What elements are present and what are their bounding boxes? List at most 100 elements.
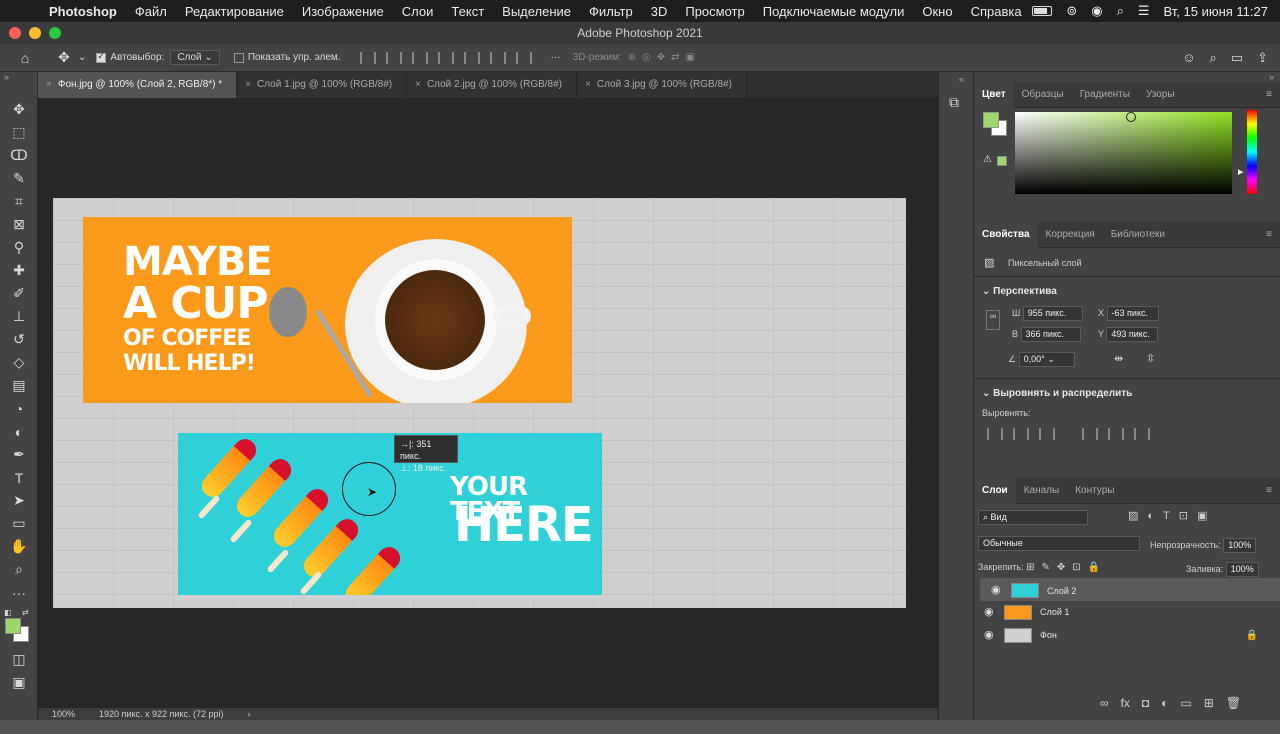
menu-image[interactable]: Изображение <box>293 4 393 19</box>
eyedropper-tool-icon[interactable]: ⚲ <box>0 236 38 259</box>
path-selection-tool-icon[interactable]: ➤ <box>0 489 38 512</box>
x-field[interactable]: -63 пикс. <box>1106 306 1159 321</box>
transform-section-header[interactable]: ⌄ Перспектива <box>982 286 1057 297</box>
width-field[interactable]: 955 пикс. <box>1022 306 1083 321</box>
align-bottom-icon[interactable] <box>1134 428 1150 440</box>
layer-row-layer-2[interactable]: ◉ Слой 2 <box>980 578 1280 601</box>
close-window-button[interactable] <box>9 27 21 39</box>
menu-type[interactable]: Текст <box>442 4 493 19</box>
hand-tool-icon[interactable]: ✋ <box>0 535 38 558</box>
add-mask-icon[interactable]: ◘ <box>1142 696 1149 710</box>
menu-window[interactable]: Окно <box>913 4 961 19</box>
align-middle-icon[interactable] <box>1108 428 1124 440</box>
lasso-tool-icon[interactable]: ↀ <box>0 144 38 167</box>
home-icon[interactable]: ⌂ <box>0 50 50 66</box>
tab-layer-3[interactable]: × Слой 3.jpg @ 100% (RGB/8#) <box>577 72 747 98</box>
search-icon[interactable]: ⌕ <box>1210 50 1217 66</box>
marquee-tool-icon[interactable]: ⬚ <box>0 121 38 144</box>
control-center-icon[interactable]: ☰ <box>1138 3 1150 19</box>
align-horizontal-centers-icon[interactable] <box>385 51 402 64</box>
angle-field[interactable]: 0,00° ⌄ <box>1018 352 1075 367</box>
tab-gradients[interactable]: Градиенты <box>1072 82 1138 108</box>
eraser-tool-icon[interactable]: ◇ <box>0 351 38 374</box>
menu-file[interactable]: Файл <box>126 4 176 19</box>
lock-icons[interactable]: ⊞✎✥⊡🔒 <box>1026 562 1107 573</box>
layer-row-background[interactable]: ◉ Фон 🔒 <box>974 624 1280 647</box>
collapse-right-icon[interactable]: » <box>974 72 1280 82</box>
color-fg-swatch[interactable] <box>983 112 999 128</box>
panel-menu-icon[interactable]: ≡ <box>1266 229 1280 240</box>
align-right-edges-icon[interactable] <box>411 51 428 64</box>
move-tool-preset-icon[interactable]: ✥ <box>50 49 78 66</box>
more-options-icon[interactable]: ··· <box>551 52 561 63</box>
coffee-image-layer[interactable]: MAYBE A CUP OF COFFEE WILL HELP! <box>83 217 572 403</box>
clock[interactable]: Вт, 15 июня 11:27 <box>1164 4 1268 19</box>
gradient-tool-icon[interactable]: ▤ <box>0 374 38 397</box>
swap-colors-icon[interactable]: ⇄ <box>22 608 29 617</box>
align-left-edges-icon[interactable] <box>359 51 376 64</box>
menu-edit[interactable]: Редактирование <box>176 4 293 19</box>
edit-toolbar-icon[interactable]: ··· <box>0 581 38 604</box>
close-tab-icon[interactable]: × <box>46 79 52 90</box>
zoom-window-button[interactable] <box>49 27 61 39</box>
tab-channels[interactable]: Каналы <box>1016 478 1068 504</box>
align-left-icon[interactable] <box>987 428 1003 440</box>
tab-patterns[interactable]: Узоры <box>1138 82 1183 108</box>
quick-mask-icon[interactable]: ◫ <box>0 648 38 671</box>
blend-mode-dropdown[interactable]: Обычные <box>978 536 1140 551</box>
hue-slider[interactable] <box>1247 110 1257 194</box>
new-group-icon[interactable]: ▭ <box>1180 696 1191 710</box>
gamut-swatch[interactable] <box>997 156 1007 166</box>
layer-filter-icons[interactable]: ▨◐T⊡▣ <box>1128 509 1216 522</box>
tab-swatches[interactable]: Образцы <box>1014 82 1072 108</box>
blur-tool-icon[interactable]: ◔ <box>0 397 38 420</box>
chevron-right-icon[interactable]: › <box>247 708 250 720</box>
pen-tool-icon[interactable]: ✒ <box>0 443 38 466</box>
dodge-tool-icon[interactable]: ◐ <box>0 420 38 443</box>
clone-stamp-tool-icon[interactable]: ⊥ <box>0 305 38 328</box>
share-icon[interactable]: ⇪ <box>1257 50 1268 66</box>
close-tab-icon[interactable]: × <box>245 79 251 90</box>
menu-layers[interactable]: Слои <box>393 4 443 19</box>
history-brush-tool-icon[interactable]: ↺ <box>0 328 38 351</box>
document-canvas[interactable]: MAYBE A CUP OF COFFEE WILL HELP! YOUR TE… <box>53 198 906 608</box>
menu-app-photoshop[interactable]: Photoshop <box>40 4 126 19</box>
close-tab-icon[interactable]: × <box>415 79 421 90</box>
tab-layer-2[interactable]: × Слой 2.jpg @ 100% (RGB/8#) <box>407 72 578 98</box>
battery-icon[interactable] <box>1032 6 1053 16</box>
3d-mode-icons[interactable]: ⊛◎✥⇄▣ <box>628 52 701 63</box>
align-vertical-centers-icon[interactable] <box>463 51 480 64</box>
tab-properties[interactable]: Свойства <box>974 221 1038 248</box>
history-panel-icon[interactable]: ⧉ <box>949 94 973 111</box>
autoselect-checkbox[interactable] <box>96 51 107 63</box>
tab-layers[interactable]: Слои <box>974 477 1016 504</box>
user-icon[interactable]: ◉ <box>1091 3 1102 19</box>
layer-style-icon[interactable]: fx <box>1121 696 1130 710</box>
delete-layer-icon[interactable]: 🗑 <box>1226 696 1241 710</box>
document-info[interactable]: 1920 пикс. x 922 пикс. (72 ppi) <box>99 708 223 720</box>
crop-tool-icon[interactable]: ⌗ <box>0 190 38 213</box>
panel-menu-icon[interactable]: ≡ <box>1266 485 1280 496</box>
align-right-icon[interactable] <box>1039 428 1055 440</box>
share-user-icon[interactable]: ☺ <box>1182 50 1195 66</box>
tab-adjustments[interactable]: Коррекция <box>1038 222 1103 248</box>
menu-view[interactable]: Просмотр <box>676 4 753 19</box>
layer-filter-dropdown[interactable]: ⌕ Вид <box>978 510 1088 525</box>
opacity-field[interactable]: 100% <box>1223 538 1257 553</box>
zoom-level[interactable]: 100% <box>52 708 75 720</box>
collapse-toolbar-icon[interactable]: » <box>0 72 37 98</box>
tab-color[interactable]: Цвет <box>974 81 1014 108</box>
color-picker-handle[interactable] <box>1126 112 1136 122</box>
quick-selection-tool-icon[interactable]: ✎ <box>0 167 38 190</box>
tab-layer-1[interactable]: × Слой 1.jpg @ 100% (RGB/8#) <box>237 72 408 98</box>
move-tool-icon[interactable]: ✥ <box>0 98 38 121</box>
tab-libraries[interactable]: Библиотеки <box>1103 222 1173 248</box>
workspace-icon[interactable]: ▭ <box>1231 50 1243 66</box>
align-bottom-edges-icon[interactable] <box>489 51 506 64</box>
adjustment-layer-icon[interactable]: ◐ <box>1161 696 1168 710</box>
type-tool-icon[interactable]: T <box>0 466 38 489</box>
out-of-gamut-warning-icon[interactable]: ⚠ <box>983 154 992 165</box>
fill-field[interactable]: 100% <box>1225 562 1259 577</box>
eye-icon[interactable]: ◉ <box>984 624 994 647</box>
rectangle-tool-icon[interactable]: ▭ <box>0 512 38 535</box>
